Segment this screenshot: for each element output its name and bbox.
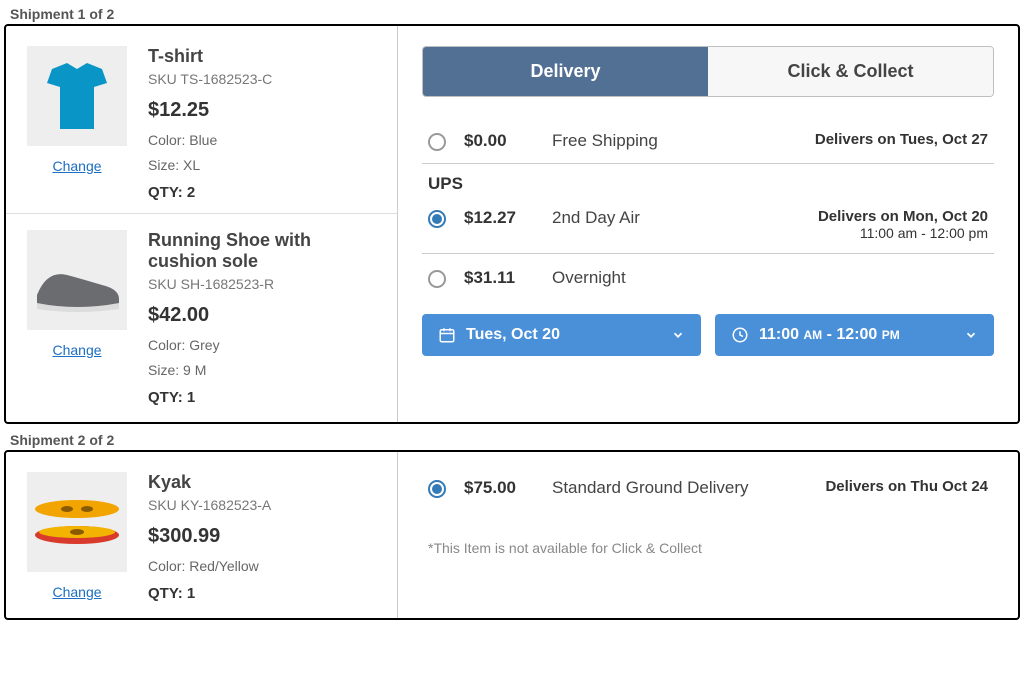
item-qty: QTY: 2 [148,184,377,201]
ship-price: $31.11 [464,268,534,288]
footnote: *This Item is not available for Click & … [422,510,994,556]
shipment-label: Shipment 2 of 2 [4,430,1020,450]
date-select[interactable]: Tues, Oct 20 [422,314,701,356]
ship-name: Free Shipping [552,131,797,151]
change-link[interactable]: Change [52,158,101,174]
change-link[interactable]: Change [52,342,101,358]
item-color: Color: Grey [148,335,377,356]
radio-free-shipping[interactable] [428,133,446,151]
ship-price: $12.27 [464,208,534,228]
delivery-column: Delivery Click & Collect $0.00 Free Ship… [398,26,1018,422]
tab-click-collect[interactable]: Click & Collect [708,47,993,96]
chevron-down-icon [671,328,685,342]
item-qty: QTY: 1 [148,585,377,602]
item-sku: SKU TS-1682523-C [148,71,377,87]
ship-date-line1: Delivers on Mon, Oct 20 [818,208,988,225]
ship-date: Delivers on Mon, Oct 20 11:00 am - 12:00… [818,208,988,241]
item-name: T-shirt [148,46,377,67]
ship-date: Delivers on Tues, Oct 27 [815,131,988,148]
time-select[interactable]: 11:00 AM - 12:00 PM [715,314,994,356]
clock-icon [731,326,749,344]
ship-price: $75.00 [464,478,534,498]
item-qty: QTY: 1 [148,389,377,406]
items-column: Change Kyak SKU KY-1682523-A $300.99 Col… [6,452,398,618]
item-sku: SKU SH-1682523-R [148,276,377,292]
time-select-value: 11:00 AM - 12:00 PM [759,326,900,344]
item-name: Running Shoe with cushion sole [148,230,377,272]
item-thumbnail-tshirt [27,46,127,146]
shipment-box-2: Change Kyak SKU KY-1682523-A $300.99 Col… [4,450,1020,620]
ship-name: Standard Ground Delivery [552,478,807,498]
item-color: Color: Red/Yellow [148,556,377,577]
item-row: Change Running Shoe with cushion sole SK… [6,214,397,418]
radio-overnight[interactable] [428,270,446,288]
item-price: $42.00 [148,304,377,327]
delivery-column: $75.00 Standard Ground Delivery Delivers… [398,452,1018,618]
ship-option-free[interactable]: $0.00 Free Shipping Delivers on Tues, Oc… [422,117,994,164]
item-size: Size: XL [148,155,377,176]
item-thumbnail-shoe [27,230,127,330]
item-color: Color: Blue [148,130,377,151]
item-name: Kyak [148,472,377,493]
item-row: Change T-shirt SKU TS-1682523-C $12.25 C… [6,30,397,214]
change-link[interactable]: Change [52,584,101,600]
shipment-label: Shipment 1 of 2 [4,4,1020,24]
ship-price: $0.00 [464,131,534,151]
ship-option-overnight[interactable]: $31.11 Overnight [422,254,994,300]
ship-date-line2: 11:00 am - 12:00 pm [818,225,988,241]
ship-date: Delivers on Thu Oct 24 [825,478,988,495]
item-price: $12.25 [148,99,377,122]
shipment-box-1: Change T-shirt SKU TS-1682523-C $12.25 C… [4,24,1020,424]
ship-name: 2nd Day Air [552,208,800,228]
tab-delivery[interactable]: Delivery [423,47,708,96]
radio-standard-ground[interactable] [428,480,446,498]
items-column: Change T-shirt SKU TS-1682523-C $12.25 C… [6,26,398,422]
delivery-tabs: Delivery Click & Collect [422,46,994,97]
calendar-icon [438,326,456,344]
ups-header: UPS [422,164,994,194]
item-price: $300.99 [148,525,377,548]
ship-name: Overnight [552,268,988,288]
date-select-value: Tues, Oct 20 [466,326,560,344]
item-thumbnail-kayak [27,472,127,572]
item-size: Size: 9 M [148,360,377,381]
radio-2nd-day-air[interactable] [428,210,446,228]
item-row: Change Kyak SKU KY-1682523-A $300.99 Col… [6,456,397,614]
ship-option-2day[interactable]: $12.27 2nd Day Air Delivers on Mon, Oct … [422,194,994,254]
ship-option-ground[interactable]: $75.00 Standard Ground Delivery Delivers… [422,472,994,510]
item-sku: SKU KY-1682523-A [148,497,377,513]
chevron-down-icon [964,328,978,342]
